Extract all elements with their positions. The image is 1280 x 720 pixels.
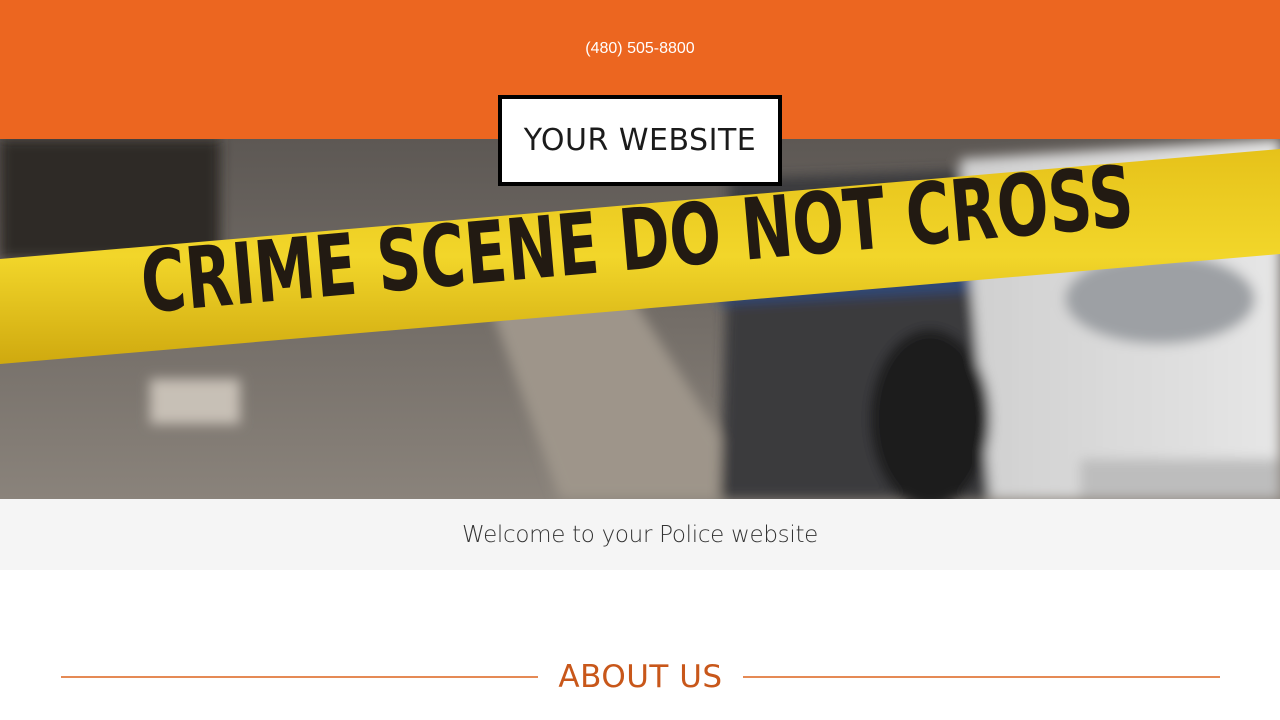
- about-title: ABOUT US: [558, 659, 723, 695]
- welcome-text: Welcome to your Police website: [461, 521, 819, 548]
- welcome-band: Welcome to your Police website: [0, 499, 1280, 570]
- phone-link[interactable]: (480) 505-8800: [0, 38, 1280, 60]
- hero-image: CRIME SCENE DO NOT CROSS: [0, 139, 1280, 499]
- about-heading: ABOUT US: [61, 652, 1220, 702]
- site-logo-text: YOUR WEBSITE: [523, 123, 757, 158]
- crime-scene-tape-photo: CRIME SCENE DO NOT CROSS: [0, 139, 1280, 499]
- site-logo[interactable]: YOUR WEBSITE: [498, 95, 782, 186]
- about-divider-right: [742, 676, 1220, 678]
- about-divider-left: [61, 676, 539, 678]
